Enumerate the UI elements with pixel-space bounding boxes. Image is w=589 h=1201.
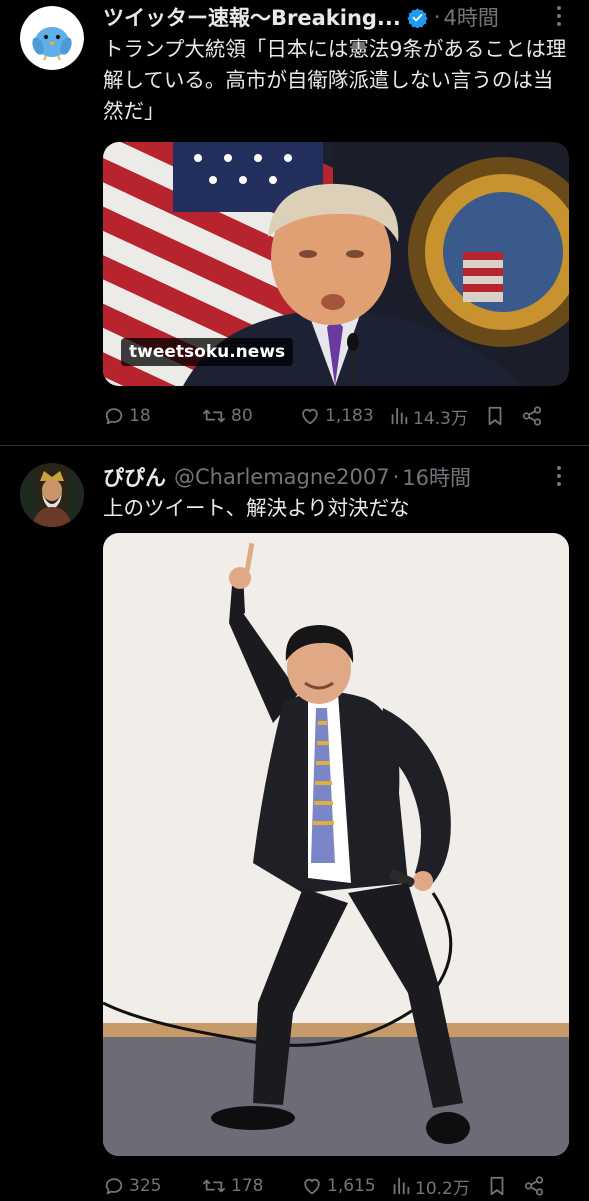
reply-icon <box>103 1175 125 1197</box>
author-name[interactable]: ツイッター速報〜Breaking... <box>103 2 401 32</box>
bookmark-button[interactable] <box>487 1175 507 1197</box>
avatar-charlemagne[interactable] <box>20 463 84 527</box>
tweet-1-photo[interactable]: tweetsoku.news <box>103 142 569 386</box>
share-icon <box>523 1175 545 1197</box>
bookmark-button[interactable] <box>485 405 505 427</box>
tweet-2-photo[interactable] <box>103 533 569 1156</box>
like-icon <box>301 1175 323 1197</box>
share-button[interactable] <box>521 405 543 427</box>
like-icon <box>299 405 321 427</box>
tweet-1-actions: 18 80 1,183 14.3万 <box>103 401 569 431</box>
tweet-2[interactable]: ぴぴん @Charlemagne2007 · 16時間 上のツイート、解決より対… <box>0 446 589 1200</box>
tweet-time[interactable]: 4時間 <box>444 2 499 32</box>
reply-count: 18 <box>129 406 151 426</box>
like-count: 1,615 <box>327 1176 376 1196</box>
reply-icon <box>103 405 125 427</box>
watermark-label: tweetsoku.news <box>121 338 294 366</box>
retweet-icon <box>201 1175 227 1197</box>
views-count: 14.3万 <box>413 408 468 429</box>
retweet-button[interactable]: 80 <box>201 405 299 427</box>
views-icon <box>391 1175 411 1197</box>
views-button[interactable]: 10.2万 <box>391 1174 487 1199</box>
tweet-time[interactable]: 16時間 <box>402 462 471 492</box>
verified-badge-icon <box>407 7 428 28</box>
separator-dot: · <box>392 465 400 489</box>
author-handle[interactable]: @Charlemagne2007 <box>174 465 390 489</box>
separator-dot: · <box>433 5 441 29</box>
tweet-1[interactable]: ツイッター速報〜Breaking... · 4時間 トランプ大統領「日本には憲法… <box>0 0 589 445</box>
more-icon[interactable] <box>557 466 563 486</box>
bookmark-icon <box>487 1175 507 1197</box>
retweet-button[interactable]: 178 <box>201 1175 301 1197</box>
views-icon <box>389 405 409 427</box>
reply-button[interactable]: 325 <box>103 1175 183 1197</box>
tweet-text: トランプ大統領「日本には憲法9条があることは理解している。高市が自衛隊派遣しない… <box>103 37 567 123</box>
retweet-count: 178 <box>231 1176 264 1196</box>
tweet-text: 上のツイート、解決より対決だな <box>103 496 410 520</box>
retweet-count: 80 <box>231 406 253 426</box>
avatar-bird[interactable] <box>20 6 84 70</box>
reply-count: 325 <box>129 1176 162 1196</box>
tweet-1-header: ツイッター速報〜Breaking... · 4時間 <box>103 0 589 34</box>
bookmark-icon <box>485 405 505 427</box>
views-button[interactable]: 14.3万 <box>389 404 485 429</box>
reply-button[interactable]: 18 <box>103 405 173 427</box>
tweet-2-actions: 325 178 1,615 10.2万 <box>103 1171 569 1201</box>
like-button[interactable]: 1,183 <box>299 405 397 427</box>
share-button[interactable] <box>523 1175 545 1197</box>
views-count: 10.2万 <box>415 1178 470 1199</box>
like-count: 1,183 <box>325 406 374 426</box>
share-icon <box>521 405 543 427</box>
more-icon[interactable] <box>557 6 563 26</box>
retweet-icon <box>201 405 227 427</box>
author-name[interactable]: ぴぴん <box>103 462 166 492</box>
tweet-2-header: ぴぴん @Charlemagne2007 · 16時間 <box>103 460 589 494</box>
like-button[interactable]: 1,615 <box>301 1175 399 1197</box>
photo-dancing-man <box>103 533 569 1156</box>
